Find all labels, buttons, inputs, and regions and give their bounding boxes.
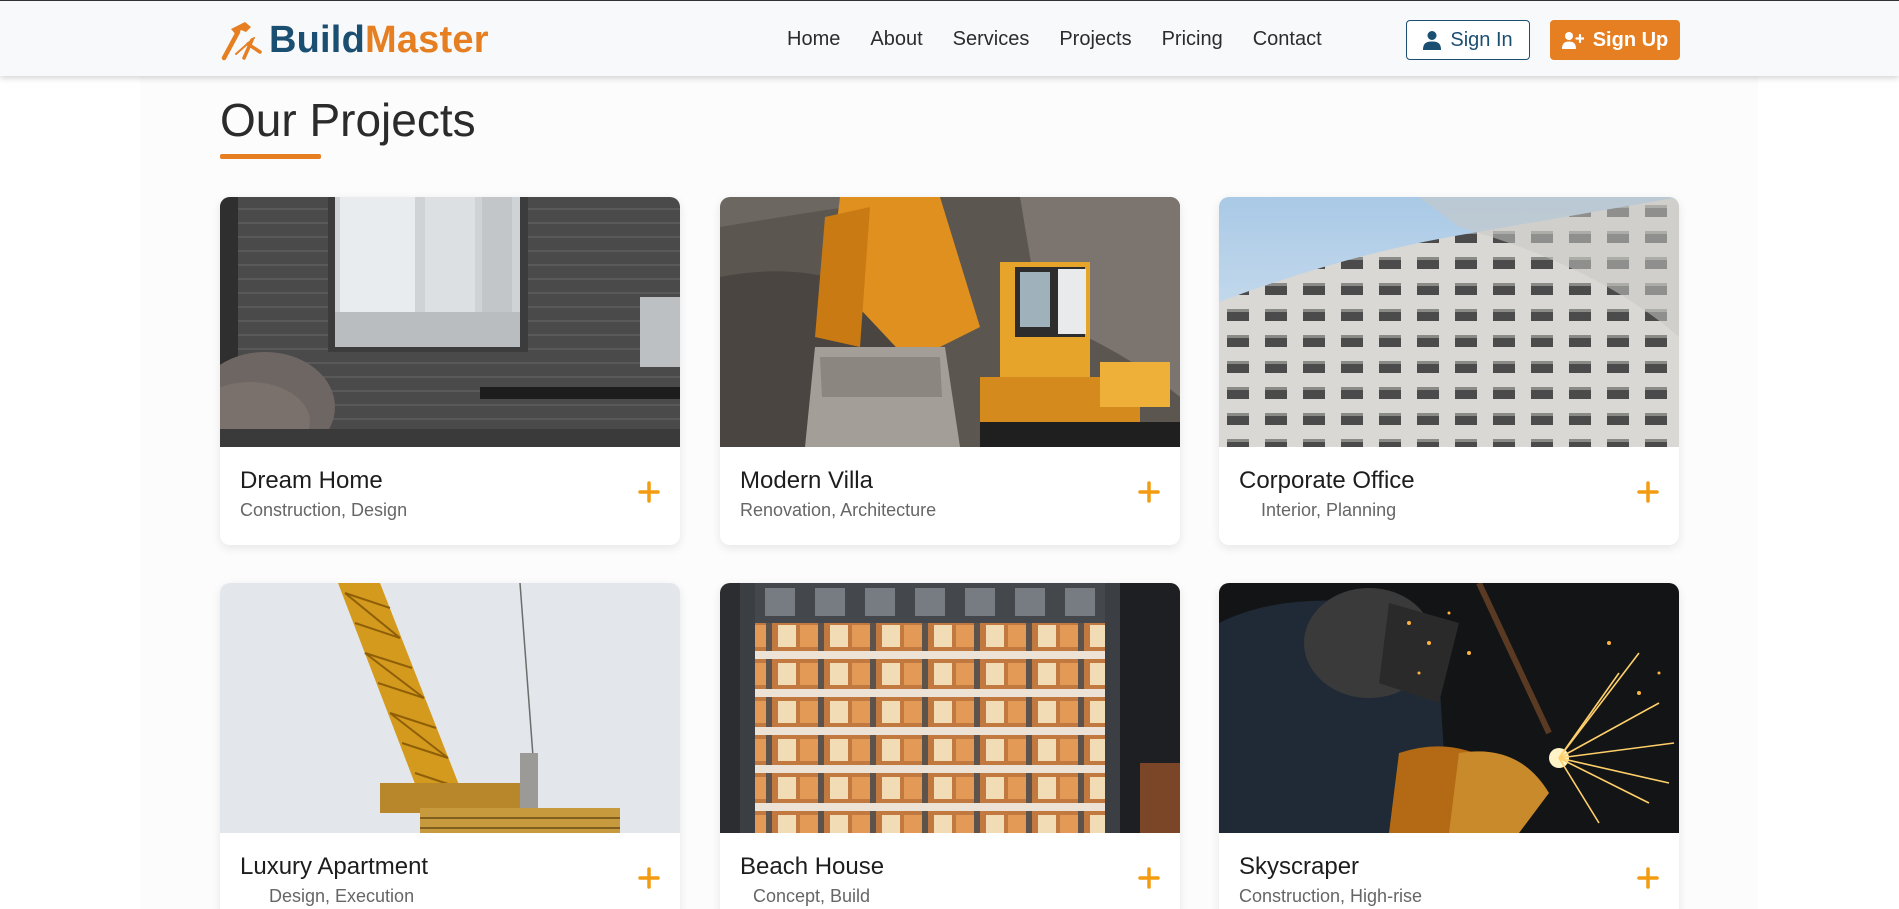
card-subtitle: Design, Execution — [269, 886, 415, 906]
project-card[interactable]: Beach House Concept, Build — [720, 583, 1180, 909]
card-body: Luxury Apartment Design, Execution — [220, 833, 680, 909]
card-subtitle: Renovation, Architecture — [740, 500, 937, 520]
sign-in-label: Sign In — [1450, 28, 1513, 51]
card-title: Luxury Apartment — [240, 853, 429, 880]
user-plus-icon — [1561, 32, 1584, 49]
plus-icon[interactable] — [638, 867, 660, 889]
page-title: Our Projects — [220, 94, 476, 146]
plus-icon[interactable] — [1637, 867, 1659, 889]
nav-link-about[interactable]: About — [870, 28, 922, 51]
card-body: Modern Villa Renovation, Architecture — [720, 447, 1180, 545]
card-subtitle: Concept, Build — [753, 886, 871, 906]
nav-link-projects[interactable]: Projects — [1059, 28, 1131, 51]
card-title: Modern Villa — [740, 467, 873, 494]
sign-in-button[interactable]: Sign In — [1406, 20, 1530, 60]
sign-up-button[interactable]: Sign Up — [1550, 20, 1680, 60]
nav-link-pricing[interactable]: Pricing — [1162, 28, 1223, 51]
card-title: Dream Home — [240, 467, 383, 494]
project-card[interactable]: Dream Home Construction, Design — [220, 197, 680, 545]
nav-link-services[interactable]: Services — [953, 28, 1030, 51]
card-title: Corporate Office — [1239, 467, 1415, 494]
user-icon — [1423, 31, 1442, 50]
sign-up-label: Sign Up — [1592, 28, 1669, 51]
card-subtitle: Construction, Design — [240, 500, 408, 520]
plus-icon[interactable] — [1138, 867, 1160, 889]
project-card[interactable]: Modern Villa Renovation, Architecture — [720, 197, 1180, 545]
plus-icon[interactable] — [1138, 481, 1160, 503]
office-tower-windows-photo — [1219, 197, 1679, 447]
card-body: Beach House Concept, Build — [720, 833, 1180, 909]
plus-icon[interactable] — [1637, 481, 1659, 503]
card-title: Beach House — [740, 853, 885, 880]
brand-name-build: Build — [269, 18, 365, 61]
brand-name: BuildMaster — [269, 19, 489, 62]
main-nav: Home About Services Projects Pricing Con… — [787, 28, 1352, 51]
nav-link-contact[interactable]: Contact — [1253, 28, 1322, 51]
card-body: Skyscraper Construction, High-rise — [1219, 833, 1679, 909]
plus-icon[interactable] — [638, 481, 660, 503]
card-body: Corporate Office Interior, Planning — [1219, 447, 1679, 545]
project-card[interactable]: Skyscraper Construction, High-rise — [1219, 583, 1679, 909]
welder-sparks-photo — [1219, 583, 1679, 833]
card-subtitle: Construction, High-rise — [1239, 886, 1423, 906]
top-navbar: BuildMaster Home About Services Projects… — [0, 0, 1899, 76]
brand-logo[interactable]: BuildMaster — [220, 18, 489, 62]
yellow-excavator-photo — [720, 197, 1180, 447]
title-underline — [220, 154, 321, 159]
nav-link-home[interactable]: Home — [787, 28, 840, 51]
card-body: Dream Home Construction, Design — [220, 447, 680, 545]
project-card[interactable]: Corporate Office Interior, Planning — [1219, 197, 1679, 545]
project-card[interactable]: Luxury Apartment Design, Execution — [220, 583, 680, 909]
brand-name-master: Master — [364, 18, 489, 61]
dark-brick-house-photo — [220, 197, 680, 447]
lit-building-frame-photo — [720, 583, 1180, 833]
card-subtitle: Interior, Planning — [1261, 500, 1397, 520]
card-title: Skyscraper — [1239, 853, 1360, 880]
tower-crane-photo — [220, 583, 680, 833]
hammer-logo-icon — [221, 22, 262, 61]
